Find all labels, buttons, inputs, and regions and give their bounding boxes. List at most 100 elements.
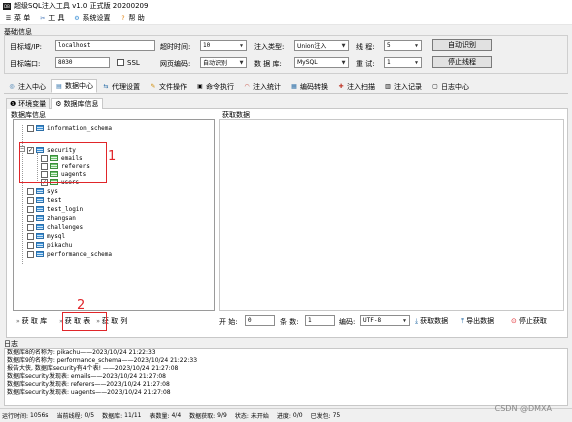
subtab-env-vars[interactable]: ❶ 环境变量 (6, 98, 51, 109)
database-icon (36, 233, 44, 239)
log-line: 数据库8的名称为: pikachu——2023/10/24 21:22:33 (7, 349, 156, 356)
status-threads-label: 当前线程: (56, 413, 83, 420)
fetched-data-panel[interactable] (219, 119, 564, 311)
db-checkbox[interactable] (27, 205, 34, 213)
count-input[interactable]: 1 (305, 315, 335, 326)
export-data-button[interactable]: ⤒ 导出数据 (461, 316, 494, 326)
database-icon (36, 125, 44, 131)
threads-select[interactable]: 5 ▼ (384, 40, 422, 51)
tree-db-node[interactable]: mysql (27, 232, 65, 240)
start-input[interactable]: 0 (245, 315, 275, 326)
encode-icon: ▦ (291, 83, 297, 90)
tab-inject-stats[interactable]: ◠ 注入统计 (239, 80, 285, 93)
database-icon (36, 251, 44, 257)
tree-db-node[interactable]: zhangsan (27, 214, 76, 222)
status-db: 11/11 (124, 412, 142, 419)
target-port-label: 目标端口: (10, 60, 41, 68)
database-type-select[interactable]: MySQL ▼ (294, 57, 349, 68)
tools-icon: ✂ (40, 14, 46, 22)
help-icon: ? (121, 14, 125, 22)
status-data: 9/9 (217, 412, 227, 419)
inject-type-select[interactable]: Union注入 ▼ (294, 40, 349, 51)
tree-db-node[interactable]: test (27, 196, 61, 204)
status-state: 未开始 (250, 413, 269, 420)
target-icon: ◎ (9, 83, 15, 90)
auto-detect-button[interactable]: 自动识别 (432, 39, 492, 51)
menu-item-settings[interactable]: ⚙ 系统设置 (73, 13, 110, 23)
db-checkbox[interactable] (27, 241, 34, 249)
window-title: 超级SQL注入工具 v1.0 正式版 20200209 (14, 2, 149, 10)
chevron-down-icon: ▼ (402, 317, 406, 324)
log-area[interactable]: 数据库8的名称为: pikachu——2023/10/24 21:22:33 数… (4, 348, 568, 406)
chevron-down-icon: ▼ (414, 59, 418, 66)
db-checkbox[interactable] (27, 250, 34, 258)
db-checkbox[interactable] (27, 214, 34, 222)
retry-select[interactable]: 1 ▼ (384, 57, 422, 68)
tree-db-node[interactable]: challenges (27, 223, 83, 231)
status-sent: 75 (332, 412, 341, 419)
menu-item-help[interactable]: ? 帮 助 (119, 13, 144, 23)
log-line: 数据库security发现表: uagents——2023/10/24 21:2… (7, 389, 171, 396)
target-host-input[interactable]: localhost (55, 40, 155, 51)
scan-icon: ✚ (338, 83, 344, 90)
database-icon (36, 224, 44, 230)
encoding-label: 编码: (339, 318, 356, 326)
inject-type-label: 注入类型: (254, 43, 285, 51)
tab-inject-scan[interactable]: ✚ 注入扫描 (333, 80, 379, 93)
record-icon: ▥ (385, 83, 391, 90)
annotation-number-2: 2 (77, 298, 86, 313)
status-run-time-label: 运行时间: (2, 413, 29, 420)
tree-db-node[interactable]: information_schema (27, 124, 112, 132)
status-progress-label: 进度: (276, 413, 291, 420)
status-progress: 0/0 (292, 412, 303, 419)
stop-fetch-button[interactable]: ⊙ 停止获取 (511, 316, 547, 326)
target-port-input[interactable]: 8030 (55, 57, 110, 68)
db-checkbox[interactable] (27, 223, 34, 231)
terminal-icon: ▣ (197, 83, 203, 90)
menu-item-menu[interactable]: ☰ 菜 单 (5, 13, 30, 23)
db-checkbox[interactable] (27, 196, 34, 204)
get-databases-button[interactable]: » 获 取 库 (16, 316, 47, 326)
ssl-label: SSL (127, 59, 140, 67)
stats-icon: ◠ (244, 83, 250, 90)
tab-inject-center[interactable]: ◎ 注入中心 (4, 80, 50, 93)
tab-data-center[interactable]: ▤ 数据中心 (51, 79, 97, 93)
tab-inject-record[interactable]: ▥ 注入记录 (380, 80, 426, 93)
encoding-select[interactable]: UTF-8 ▼ (360, 315, 410, 326)
database-icon (36, 188, 44, 194)
database-icon (36, 197, 44, 203)
stop-icon: ⊙ (511, 317, 517, 325)
db-checkbox[interactable] (27, 124, 34, 132)
tab-encode-convert[interactable]: ▦ 编码转换 (286, 80, 332, 93)
timeout-select[interactable]: 10 ▼ (200, 40, 247, 51)
tab-log-center[interactable]: ▢ 日志中心 (427, 80, 473, 93)
db-checkbox[interactable] (27, 232, 34, 240)
settings-icon: ⚙ (74, 14, 80, 22)
tree-db-node[interactable]: test_login (27, 205, 83, 213)
status-sent-label: 已发包: (310, 413, 331, 420)
log-line: 数据库security发现表: emails——2023/10/24 21:27… (7, 373, 166, 380)
tab-command-exec[interactable]: ▣ 命令执行 (192, 80, 238, 93)
menu-item-tools[interactable]: ✂ 工 具 (39, 13, 64, 23)
subtab-db-info[interactable]: ⚙ 数据库信息 (51, 98, 103, 109)
fetch-data-button[interactable]: ⤓ 获取数据 (415, 316, 448, 326)
annotation-box-1 (19, 142, 107, 183)
log-line: 数据库security发现表: referers——2023/10/24 21:… (7, 381, 170, 388)
tree-db-node[interactable]: performance_schema (27, 250, 112, 258)
ssl-checkbox[interactable] (117, 59, 124, 66)
chevron-down-icon: ▼ (414, 42, 418, 49)
status-tables: 4/4 (171, 412, 182, 419)
main-tab-bar: ◎ 注入中心 ▤ 数据中心 ⇆ 代理设置 ✎ 文件操作 ▣ 命令执行 ◠ 注入统计 ▦ 编码转… (4, 79, 568, 94)
database-icon (36, 215, 44, 221)
count-label: 条 数: (280, 318, 299, 326)
tree-db-node[interactable]: pikachu (27, 241, 72, 249)
info-icon: ❶ (10, 100, 17, 108)
db-checkbox[interactable] (27, 187, 34, 195)
tab-proxy-settings[interactable]: ⇆ 代理设置 (98, 80, 144, 93)
tab-file-ops[interactable]: ✎ 文件操作 (145, 80, 191, 93)
menu-icon: ☰ (5, 14, 12, 22)
tree-db-node[interactable]: sys (27, 187, 58, 195)
page-encoding-select[interactable]: 自动识别 ▼ (200, 57, 247, 68)
database-type-label: 数 据 库: (254, 60, 282, 68)
stop-threads-button[interactable]: 停止线程 (432, 56, 492, 68)
